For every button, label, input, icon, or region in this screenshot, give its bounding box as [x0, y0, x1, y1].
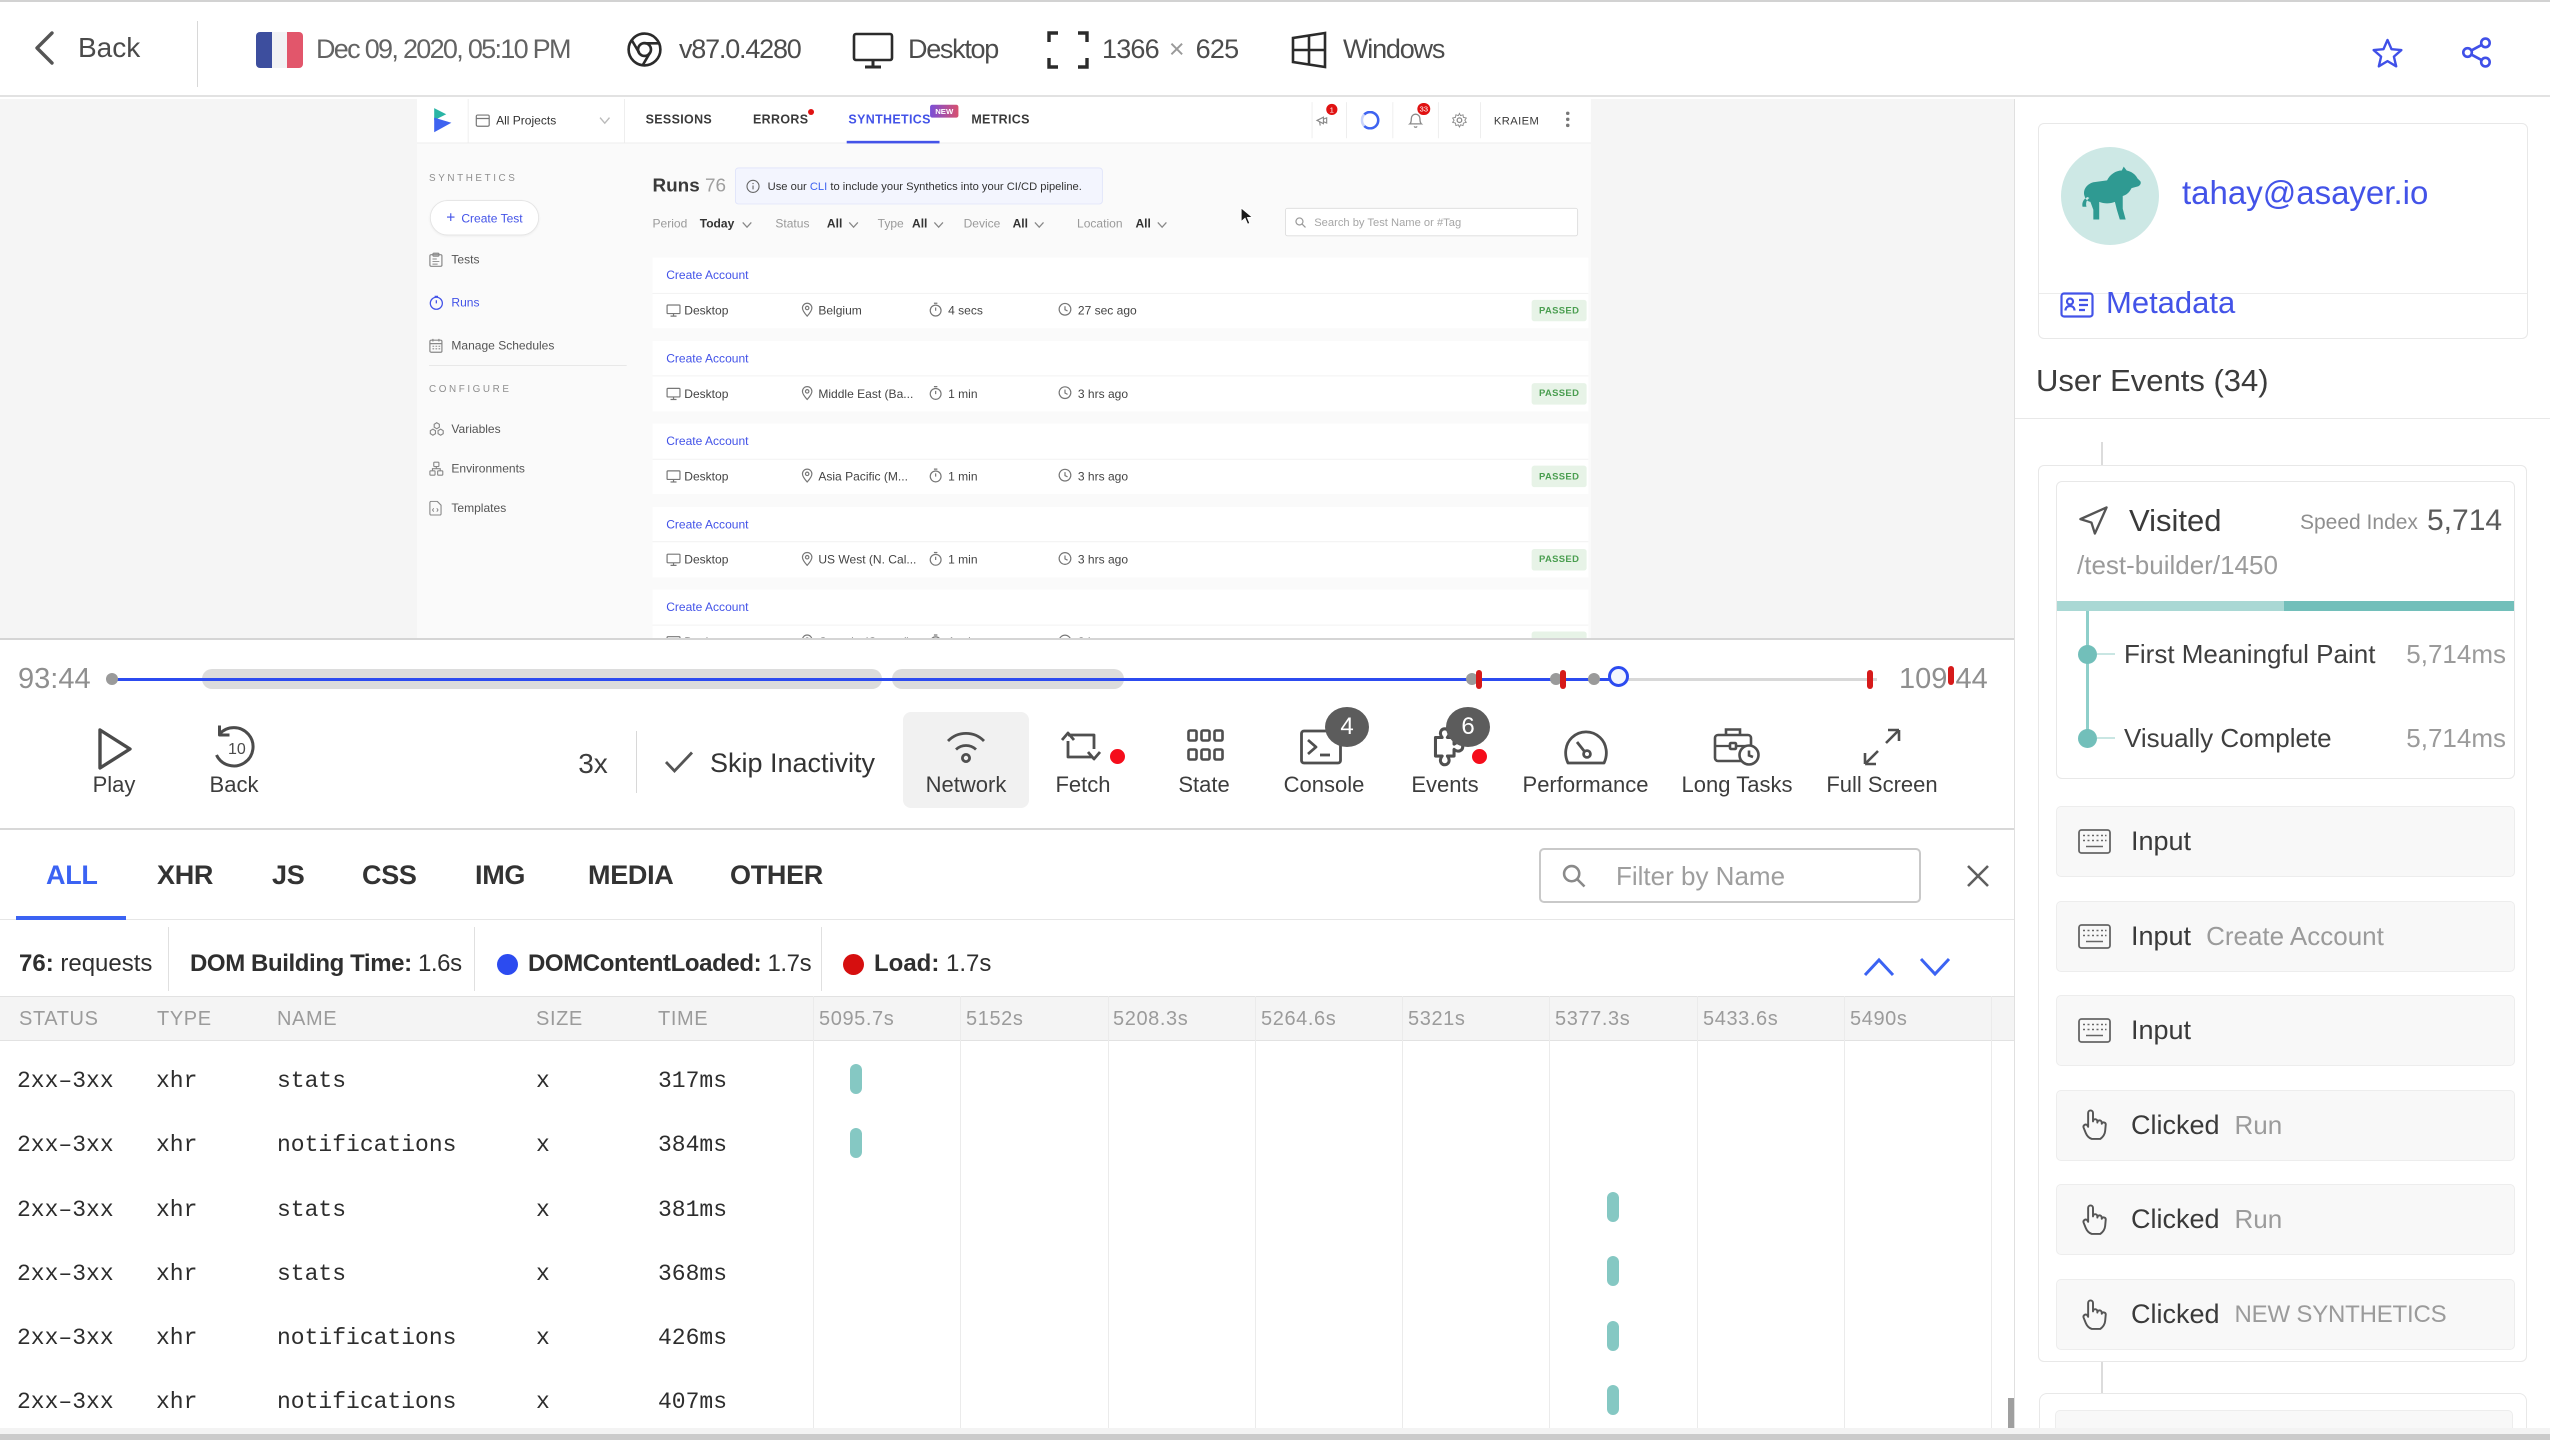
- svg-text:10: 10: [228, 741, 246, 758]
